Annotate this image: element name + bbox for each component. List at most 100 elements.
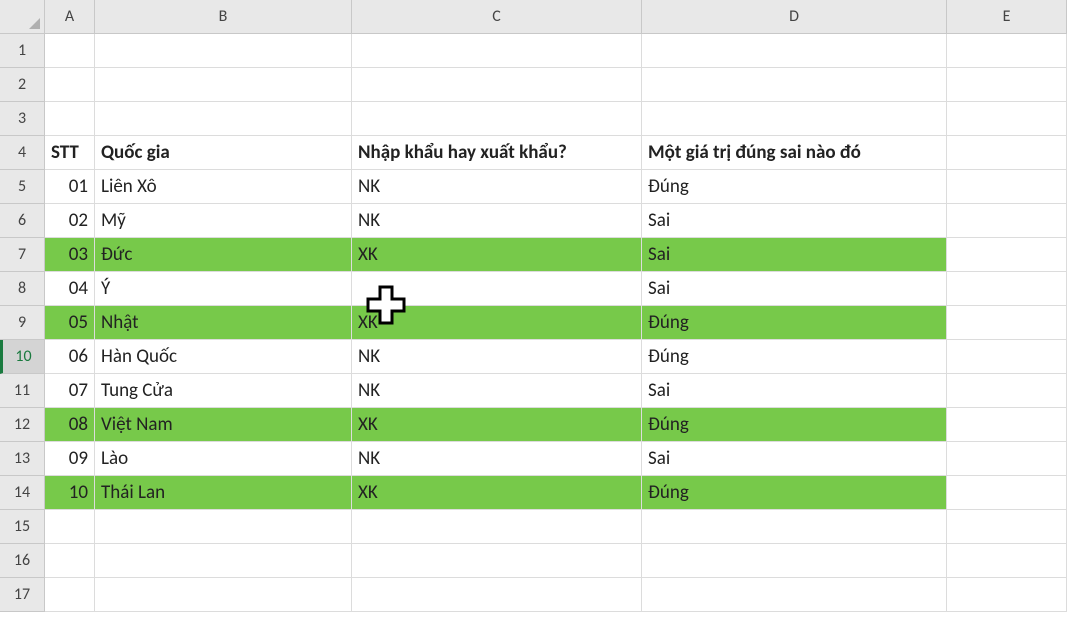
cell-D3[interactable] bbox=[642, 102, 947, 136]
row-header-3[interactable]: 3 bbox=[0, 102, 45, 136]
cell-A15[interactable] bbox=[45, 510, 95, 544]
cell-C14[interactable]: XK bbox=[352, 476, 642, 510]
cell-E2[interactable] bbox=[947, 68, 1067, 102]
cell-E3[interactable] bbox=[947, 102, 1067, 136]
cell-D5[interactable]: Đúng bbox=[642, 170, 947, 204]
cell-D11[interactable]: Sai bbox=[642, 374, 947, 408]
row-header-17[interactable]: 17 bbox=[0, 578, 45, 612]
cell-E4[interactable] bbox=[947, 136, 1067, 170]
cell-C8[interactable] bbox=[352, 272, 642, 306]
cell-A16[interactable] bbox=[45, 544, 95, 578]
cell-E10[interactable] bbox=[947, 340, 1067, 374]
cell-E12[interactable] bbox=[947, 408, 1067, 442]
cell-B9[interactable]: Nhật bbox=[95, 306, 352, 340]
cell-A1[interactable] bbox=[45, 34, 95, 68]
row-header-2[interactable]: 2 bbox=[0, 68, 45, 102]
cell-B3[interactable] bbox=[95, 102, 352, 136]
cell-C10[interactable]: NK bbox=[352, 340, 642, 374]
cell-A3[interactable] bbox=[45, 102, 95, 136]
cell-A12[interactable]: 08 bbox=[45, 408, 95, 442]
cell-C2[interactable] bbox=[352, 68, 642, 102]
col-header-C[interactable]: C bbox=[352, 0, 642, 34]
cell-E5[interactable] bbox=[947, 170, 1067, 204]
cell-B1[interactable] bbox=[95, 34, 352, 68]
row-header-11[interactable]: 11 bbox=[0, 374, 45, 408]
col-header-E[interactable]: E bbox=[947, 0, 1067, 34]
row-header-8[interactable]: 8 bbox=[0, 272, 45, 306]
cell-B4[interactable]: Quốc gia bbox=[95, 136, 352, 170]
cell-D7[interactable]: Sai bbox=[642, 238, 947, 272]
cell-B2[interactable] bbox=[95, 68, 352, 102]
cell-C15[interactable] bbox=[352, 510, 642, 544]
cell-B7[interactable]: Đức bbox=[95, 238, 352, 272]
select-all-corner[interactable] bbox=[0, 0, 45, 34]
cell-E16[interactable] bbox=[947, 544, 1067, 578]
cell-A14[interactable]: 10 bbox=[45, 476, 95, 510]
spreadsheet-grid[interactable]: ABCDE1234STTQuốc giaNhập khẩu hay xuất k… bbox=[0, 0, 1068, 612]
row-header-4[interactable]: 4 bbox=[0, 136, 45, 170]
cell-A10[interactable]: 06 bbox=[45, 340, 95, 374]
cell-B15[interactable] bbox=[95, 510, 352, 544]
cell-A5[interactable]: 01 bbox=[45, 170, 95, 204]
cell-C6[interactable]: NK bbox=[352, 204, 642, 238]
cell-B17[interactable] bbox=[95, 578, 352, 612]
cell-C3[interactable] bbox=[352, 102, 642, 136]
col-header-D[interactable]: D bbox=[642, 0, 947, 34]
cell-D8[interactable]: Sai bbox=[642, 272, 947, 306]
cell-A2[interactable] bbox=[45, 68, 95, 102]
cell-A13[interactable]: 09 bbox=[45, 442, 95, 476]
cell-B8[interactable]: Ý bbox=[95, 272, 352, 306]
cell-D9[interactable]: Đúng bbox=[642, 306, 947, 340]
cell-A9[interactable]: 05 bbox=[45, 306, 95, 340]
cell-B11[interactable]: Tung Cửa bbox=[95, 374, 352, 408]
cell-D6[interactable]: Sai bbox=[642, 204, 947, 238]
cell-B14[interactable]: Thái Lan bbox=[95, 476, 352, 510]
cell-D12[interactable]: Đúng bbox=[642, 408, 947, 442]
cell-E9[interactable] bbox=[947, 306, 1067, 340]
cell-C7[interactable]: XK bbox=[352, 238, 642, 272]
cell-A8[interactable]: 04 bbox=[45, 272, 95, 306]
cell-B16[interactable] bbox=[95, 544, 352, 578]
cell-E15[interactable] bbox=[947, 510, 1067, 544]
cell-A17[interactable] bbox=[45, 578, 95, 612]
cell-A7[interactable]: 03 bbox=[45, 238, 95, 272]
cell-C17[interactable] bbox=[352, 578, 642, 612]
row-header-14[interactable]: 14 bbox=[0, 476, 45, 510]
cell-A6[interactable]: 02 bbox=[45, 204, 95, 238]
cell-D17[interactable] bbox=[642, 578, 947, 612]
row-header-1[interactable]: 1 bbox=[0, 34, 45, 68]
cell-E7[interactable] bbox=[947, 238, 1067, 272]
cell-E13[interactable] bbox=[947, 442, 1067, 476]
cell-D2[interactable] bbox=[642, 68, 947, 102]
row-header-7[interactable]: 7 bbox=[0, 238, 45, 272]
row-header-6[interactable]: 6 bbox=[0, 204, 45, 238]
row-header-16[interactable]: 16 bbox=[0, 544, 45, 578]
cell-C12[interactable]: XK bbox=[352, 408, 642, 442]
row-header-13[interactable]: 13 bbox=[0, 442, 45, 476]
cell-C13[interactable]: NK bbox=[352, 442, 642, 476]
cell-E8[interactable] bbox=[947, 272, 1067, 306]
cell-E17[interactable] bbox=[947, 578, 1067, 612]
cell-B10[interactable]: Hàn Quốc bbox=[95, 340, 352, 374]
cell-B5[interactable]: Liên Xô bbox=[95, 170, 352, 204]
cell-E11[interactable] bbox=[947, 374, 1067, 408]
cell-E1[interactable] bbox=[947, 34, 1067, 68]
cell-D14[interactable]: Đúng bbox=[642, 476, 947, 510]
row-header-5[interactable]: 5 bbox=[0, 170, 45, 204]
cell-C11[interactable]: NK bbox=[352, 374, 642, 408]
cell-B13[interactable]: Lào bbox=[95, 442, 352, 476]
cell-A11[interactable]: 07 bbox=[45, 374, 95, 408]
cell-C16[interactable] bbox=[352, 544, 642, 578]
cell-C5[interactable]: NK bbox=[352, 170, 642, 204]
cell-D1[interactable] bbox=[642, 34, 947, 68]
row-header-10[interactable]: 10 bbox=[0, 340, 45, 374]
row-header-9[interactable]: 9 bbox=[0, 306, 45, 340]
cell-D15[interactable] bbox=[642, 510, 947, 544]
cell-C9[interactable]: XK bbox=[352, 306, 642, 340]
cell-D16[interactable] bbox=[642, 544, 947, 578]
cell-E6[interactable] bbox=[947, 204, 1067, 238]
cell-D4[interactable]: Một giá trị đúng sai nào đó bbox=[642, 136, 947, 170]
row-header-12[interactable]: 12 bbox=[0, 408, 45, 442]
cell-E14[interactable] bbox=[947, 476, 1067, 510]
col-header-B[interactable]: B bbox=[95, 0, 352, 34]
